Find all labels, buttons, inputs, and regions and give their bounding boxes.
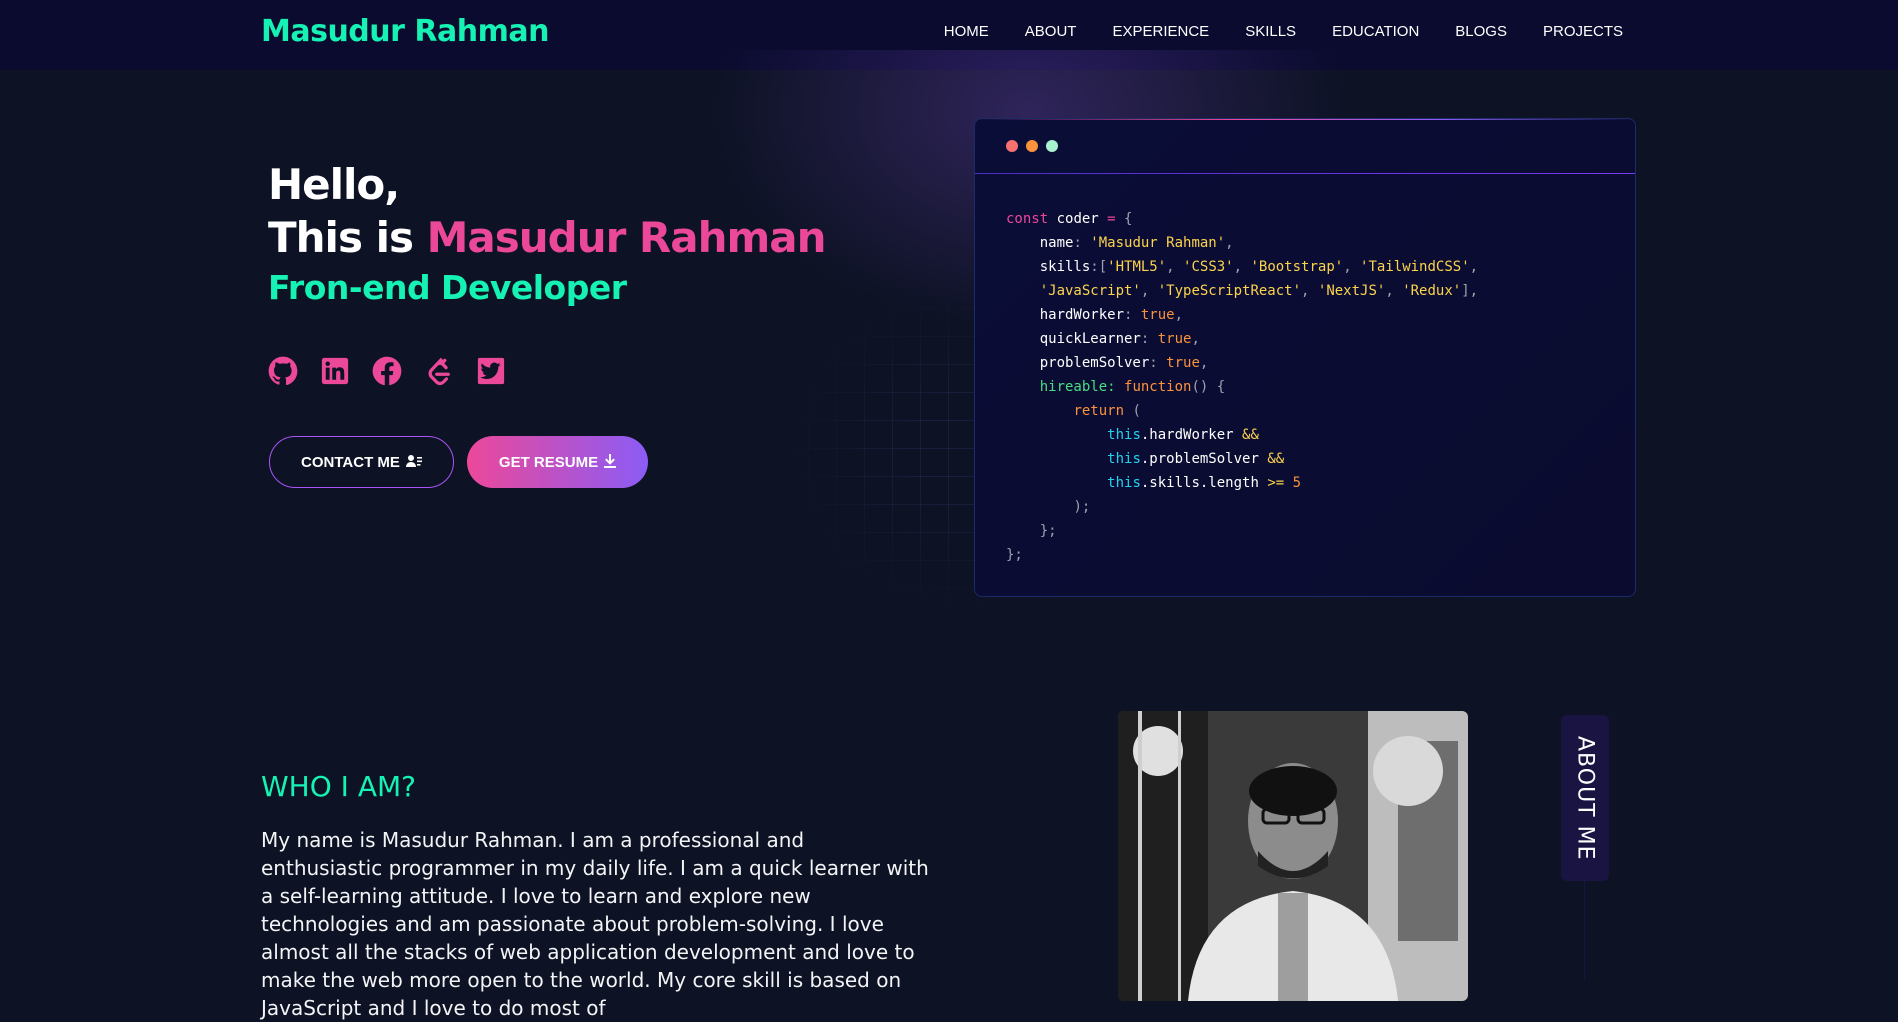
about-heading: WHO I AM? — [261, 770, 417, 803]
code-card-topline — [975, 119, 1635, 120]
about-me-tab: ABOUT ME — [1561, 715, 1609, 881]
code-line: }; — [1006, 547, 1023, 563]
code-line: const coder = { — [1006, 211, 1133, 227]
code-card: const coder = { name: 'Masudur Rahman', … — [974, 118, 1636, 597]
code-line: this.skills.length >= 5 — [1107, 475, 1302, 491]
hero-text: Hello, This is Masudur Rahman Fron-end D… — [268, 160, 827, 310]
nav-links: HOME ABOUT EXPERIENCE SKILLS EDUCATION B… — [944, 23, 1623, 40]
twitter-icon[interactable] — [476, 356, 506, 386]
code-line: hireable: function() { — [1039, 379, 1226, 395]
download-icon — [604, 453, 617, 471]
contact-me-label: CONTACT ME — [301, 453, 400, 471]
nav-link-skills[interactable]: SKILLS — [1245, 23, 1296, 40]
code-line: quickLearner: true, — [1039, 331, 1200, 347]
nav-link-projects[interactable]: PROJECTS — [1543, 23, 1623, 40]
contact-me-button[interactable]: CONTACT ME — [269, 436, 454, 488]
leetcode-icon[interactable] — [424, 356, 454, 386]
hero-name: Masudur Rahman — [426, 213, 827, 262]
nav-link-home[interactable]: HOME — [944, 23, 989, 40]
contact-card-icon — [405, 454, 422, 471]
about-paragraph: My name is Masudur Rahman. I am a profes… — [261, 828, 929, 1020]
green-dot-icon — [1046, 140, 1058, 152]
code-line: ); — [1073, 499, 1091, 515]
facebook-icon[interactable] — [372, 356, 402, 386]
code-line: this.problemSolver && — [1107, 451, 1285, 467]
hero-this-is: This is — [268, 213, 427, 262]
about-me-tab-label: ABOUT ME — [1572, 735, 1598, 861]
hero-role: Fron-end Developer — [268, 268, 627, 307]
github-icon[interactable] — [268, 356, 298, 386]
code-line: hardWorker: true, — [1039, 307, 1184, 323]
nav-link-experience[interactable]: EXPERIENCE — [1112, 23, 1209, 40]
get-resume-button[interactable]: GET RESUME — [467, 436, 648, 488]
code-line: 'JavaScript', 'TypeScriptReact', 'NextJS… — [1039, 283, 1479, 299]
code-line: problemSolver: true, — [1039, 355, 1209, 371]
get-resume-label: GET RESUME — [498, 453, 599, 471]
window-dots — [1006, 140, 1058, 152]
linkedin-icon[interactable] — [320, 356, 350, 386]
red-dot-icon — [1006, 140, 1018, 152]
code-block: const coder = { name: 'Masudur Rahman', … — [1006, 207, 1478, 567]
nav-link-education[interactable]: EDUCATION — [1332, 23, 1419, 40]
about-me-tab-line — [1584, 881, 1585, 981]
profile-photo-illustration — [1118, 711, 1468, 1001]
brand-logo[interactable]: Masudur Rahman — [261, 14, 549, 49]
hero-hello: Hello, — [268, 160, 400, 209]
orange-dot-icon — [1026, 140, 1038, 152]
nav-link-about[interactable]: ABOUT — [1025, 23, 1077, 40]
code-card-divider — [975, 173, 1635, 174]
code-line: skills:['HTML5', 'CSS3', 'Bootstrap', 'T… — [1039, 259, 1479, 275]
profile-photo — [1118, 711, 1468, 1001]
nav-link-blogs[interactable]: BLOGS — [1455, 23, 1507, 40]
code-line: name: 'Masudur Rahman', — [1039, 235, 1234, 251]
hero-intro: This is Masudur Rahman — [268, 210, 827, 266]
code-line: }; — [1039, 523, 1057, 539]
social-links — [268, 356, 506, 386]
code-line: return ( — [1073, 403, 1141, 419]
code-line: this.hardWorker && — [1107, 427, 1259, 443]
